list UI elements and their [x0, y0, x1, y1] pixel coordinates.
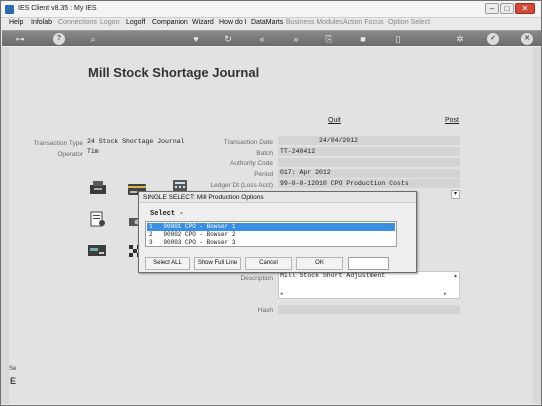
menu-datamarts[interactable]: DataMarts [251, 19, 283, 26]
transaction-date-field[interactable] [278, 136, 460, 145]
menu-help[interactable]: Help [9, 19, 23, 26]
period-label: Period [254, 171, 273, 178]
title-bar: IES Client v8.35 : My IES – □ ✕ [1, 1, 541, 18]
menu-how-do-i[interactable]: How do I [219, 19, 247, 26]
ok-check-icon[interactable]: ✓ [487, 33, 499, 45]
scroll-right-icon[interactable]: ▸ [444, 291, 447, 297]
heart-icon[interactable]: ♥ [190, 33, 202, 45]
stop-icon[interactable]: ■ [357, 33, 369, 45]
batch-value: TT-240412 [280, 148, 316, 155]
period-value: 017: Apr 2012 [280, 169, 331, 176]
cancel-button[interactable]: Cancel [245, 257, 292, 270]
maximize-button[interactable]: □ [500, 3, 514, 14]
select-all-button[interactable]: Select ALL [145, 257, 190, 270]
key-icon[interactable]: ⊶ [9, 33, 31, 45]
show-full-line-button[interactable]: Show Full Line [194, 257, 241, 270]
minimize-button[interactable]: – [485, 3, 499, 14]
quit-link[interactable]: Quit [328, 117, 341, 124]
list-item[interactable]: 2 90002 CPO - Bowser 2 [147, 231, 395, 239]
payment-card-icon[interactable] [87, 242, 107, 258]
authority-code-field[interactable] [278, 158, 460, 167]
select-heading: Select - [150, 210, 184, 218]
menu-companion[interactable]: Companion [152, 19, 188, 26]
hash-field[interactable] [278, 305, 460, 314]
menu-business-modules[interactable]: Business Modules [286, 19, 343, 26]
refresh-icon[interactable]: ↻ [222, 33, 234, 45]
dialog-input-box[interactable] [348, 257, 389, 270]
window-title: IES Client v8.35 : My IES [18, 5, 97, 12]
cash-register-icon[interactable] [88, 179, 108, 195]
options-listbox[interactable]: 1 90001 CPO - Bowser 1 2 90002 CPO - Bow… [145, 221, 397, 247]
transaction-type-value: 24 Stock Shortage Journal [87, 138, 185, 145]
menu-infolab[interactable]: Infolab [31, 19, 52, 26]
forward-double-icon[interactable]: » [290, 33, 302, 45]
cancel-x-icon[interactable]: ✕ [521, 33, 533, 45]
menu-bar: Help Infolab Connections Logon Logoff Co… [2, 18, 541, 29]
left-side-panel [1, 47, 9, 404]
menu-logoff[interactable]: Logoff [126, 19, 145, 26]
description-label: Description [240, 275, 273, 282]
dialog-title: SINGLE SELECT: Mill Production Options [143, 194, 264, 201]
batch-label: Batch [256, 150, 273, 157]
scroll-left-icon[interactable]: ◂ [280, 291, 283, 297]
list-item[interactable]: 3 90003 CPO - Bowser 3 [147, 239, 395, 247]
operator-value: Tim [87, 148, 99, 155]
toolbar: ⊶ ? ⌕ ♥ ↻ « » ⎘ ■ ▯ ✲ ✓ ✕ [2, 30, 541, 46]
document-icon[interactable]: ▯ [392, 33, 404, 45]
transaction-date-value: 24/04/2012 [319, 137, 359, 144]
scroll-up-icon[interactable]: ▲ [453, 273, 458, 279]
clipboard-icon[interactable]: ⎘ [323, 33, 335, 45]
back-double-icon[interactable]: « [256, 33, 268, 45]
ledger-value: 99-0-0-12010 CPO Production Costs [280, 180, 409, 187]
description-value: Mill Stock Short Adjustment [280, 272, 386, 279]
app-window: IES Client v8.35 : My IES – □ ✕ Help Inf… [0, 0, 542, 406]
right-side-panel [533, 47, 541, 404]
hash-label: Hash [257, 307, 273, 314]
transaction-type-label: Transaction Type [33, 140, 84, 147]
page-title: Mill Stock Shortage Journal [88, 65, 260, 80]
menu-connections[interactable]: Connections [58, 19, 97, 26]
side-panel-icon[interactable]: E [10, 376, 16, 386]
menu-wizard[interactable]: Wizard [192, 19, 214, 26]
menu-option-select[interactable]: Option Select [388, 19, 430, 26]
authority-code-label: Authority Code [230, 160, 273, 167]
close-button[interactable]: ✕ [515, 3, 535, 14]
side-panel-label: Se [9, 366, 17, 372]
ok-button[interactable]: OK [296, 257, 343, 270]
post-link[interactable]: Post [445, 117, 459, 124]
single-select-dialog: SINGLE SELECT: Mill Production Options S… [138, 191, 417, 273]
settings-icon[interactable]: ✲ [454, 33, 466, 45]
menu-logon[interactable]: Logon [100, 19, 119, 26]
document-user-icon[interactable] [87, 211, 107, 227]
operator-label: Operator [57, 151, 83, 158]
app-logo-icon [5, 5, 14, 14]
dialog-title-bar: SINGLE SELECT: Mill Production Options [139, 192, 416, 203]
transaction-date-label: Transaction Date [223, 139, 273, 146]
search-icon[interactable]: ⌕ [87, 33, 99, 45]
ledger-label: Ledger Dt (Loss Acct) [210, 182, 274, 189]
chevron-down-icon[interactable]: ▾ [451, 190, 460, 199]
help-icon[interactable]: ? [53, 33, 65, 45]
list-item[interactable]: 1 90001 CPO - Bowser 1 [147, 223, 395, 231]
menu-action-focus[interactable]: Action Focus [343, 19, 383, 26]
